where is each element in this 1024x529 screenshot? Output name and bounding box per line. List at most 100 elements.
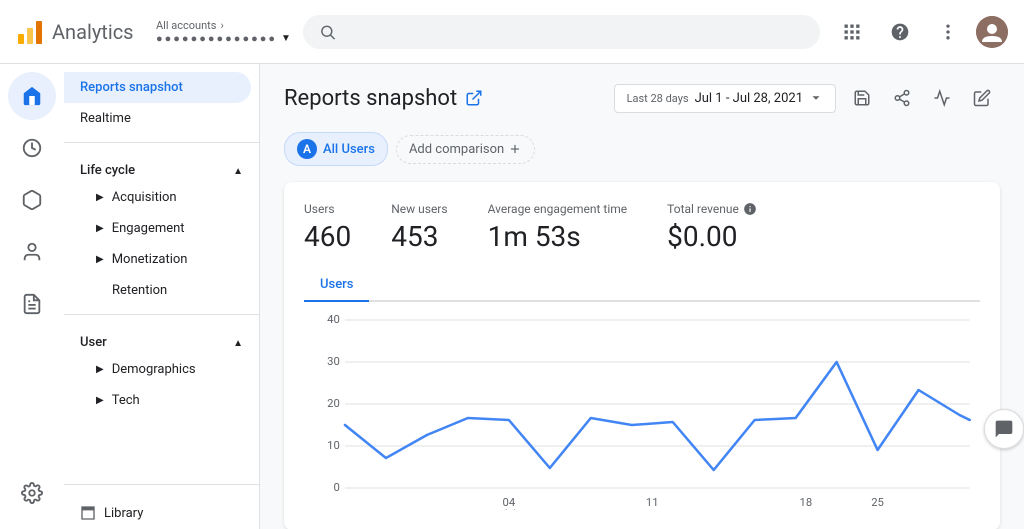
header-right: Last 28 days Jul 1 - Jul 28, 2021 [614,80,1000,116]
new-users-label: New users [391,202,447,216]
users-value: 460 [304,220,351,253]
svg-text:25: 25 [871,496,884,509]
edit-button[interactable] [964,80,1000,116]
sidebar-item-engagement[interactable]: ▶ Engagement [64,213,251,244]
date-range-selector[interactable]: Last 28 days Jul 1 - Jul 28, 2021 [614,84,836,113]
account-name: ●●●●●●●●●●●●●● ▼ [156,32,291,45]
expand-icon: ▶ [96,223,104,234]
sidebar-section-user[interactable]: User [64,323,259,354]
sidebar-item-label: Engagement [112,221,185,236]
segment-letter: A [297,139,317,159]
expand-icon: ▶ [96,192,104,203]
logo-area: Analytics [16,18,136,46]
engagement-label: Average engagement time [488,202,628,216]
chart-card: Users 460 New users 453 Average engageme… [284,182,1000,529]
sidebar-item-reports-snapshot[interactable]: Reports snapshot [64,72,251,103]
content-title: Reports snapshot [284,86,483,111]
engagement-value: 1m 53s [488,220,628,253]
avatar[interactable] [976,16,1008,48]
svg-text:04: 04 [503,496,516,509]
metrics-row: Users 460 New users 453 Average engageme… [304,202,980,253]
date-last-label: Last 28 days [627,92,689,105]
svg-text:11: 11 [646,496,659,509]
metric-new-users: New users 453 [391,202,447,253]
library-label: Library [104,506,143,521]
sidebar-item-tech[interactable]: ▶ Tech [64,385,251,416]
rail-user-icon[interactable] [8,228,56,276]
lifecycle-chevron [233,163,243,178]
sidebar-divider-2 [64,314,259,315]
chart-container: 40 30 20 10 0 04 Jul 11 18 25 [304,310,980,510]
sidebar-item-acquisition[interactable]: ▶ Acquisition [64,182,251,213]
svg-text:18: 18 [800,496,813,509]
metric-engagement: Average engagement time 1m 53s [488,202,628,253]
add-comparison-label: Add comparison [409,142,504,157]
save-report-button[interactable] [844,80,880,116]
user-chevron [233,335,243,350]
line-chart-svg: 40 30 20 10 0 04 Jul 11 18 25 [304,310,980,510]
revenue-label: Total revenue [667,202,757,216]
svg-text:10: 10 [327,439,340,452]
sidebar-item-label: Tech [112,393,140,408]
sidebar-item-label: Realtime [80,111,131,126]
search-bar[interactable] [303,15,820,49]
date-range-value: Jul 1 - Jul 28, 2021 [695,91,803,106]
rail-reports-icon[interactable] [8,280,56,328]
revenue-value: $0.00 [667,220,757,253]
plus-icon [508,142,522,156]
expand-icon: ▶ [96,364,104,375]
sidebar-item-monetization[interactable]: ▶ Monetization [64,244,251,275]
library-icon [80,505,96,521]
sidebar-item-retention[interactable]: Retention [64,275,251,306]
add-comparison-button[interactable]: Add comparison [396,135,535,164]
topbar-right [832,12,1008,52]
header-actions [844,80,1000,116]
rail-settings-icon[interactable] [8,469,56,517]
icon-rail [0,64,64,529]
sidebar-divider-3 [64,484,259,485]
external-link-icon[interactable] [465,89,483,107]
help-icon [890,22,910,42]
sidebar-item-realtime[interactable]: Realtime [64,103,251,134]
svg-text:20: 20 [327,397,340,410]
all-users-segment[interactable]: A All Users [284,132,388,166]
rail-lifecycle-icon[interactable] [8,176,56,224]
apps-button[interactable] [832,12,872,52]
topbar: Analytics All accounts › ●●●●●●●●●●●●●● … [0,0,1024,64]
metric-users: Users 460 [304,202,351,253]
sidebar-library[interactable]: Library [64,493,259,529]
expand-icon: ▶ [96,395,104,406]
search-icon [319,23,336,41]
help-button[interactable] [880,12,920,52]
sidebar-divider-1 [64,142,259,143]
analytics-logo-icon [16,18,44,46]
sidebar-section-lifecycle[interactable]: Life cycle [64,151,259,182]
tab-users[interactable]: Users [304,269,369,302]
svg-text:Jul: Jul [502,509,516,510]
sidebar-item-label: Monetization [112,252,188,267]
account-selector[interactable]: All accounts › ●●●●●●●●●●●●●● ▼ [156,19,291,45]
rail-home-icon[interactable] [8,72,56,120]
lifecycle-label: Life cycle [80,163,135,178]
content-header: Reports snapshot Last 28 days Jul 1 - Ju… [284,80,1000,116]
rail-realtime-icon[interactable] [8,124,56,172]
feedback-button[interactable] [984,409,1024,449]
sidebar: Reports snapshot Realtime Life cycle ▶ A… [64,64,260,529]
expand-icon: ▶ [96,254,104,265]
sidebar-item-label: Retention [96,283,167,298]
svg-text:40: 40 [327,313,340,326]
svg-text:0: 0 [334,481,340,494]
sidebar-item-label: Reports snapshot [80,80,183,95]
sidebar-item-label: Acquisition [112,190,177,205]
search-input[interactable] [344,24,804,40]
users-label: Users [304,202,351,216]
chevron-down-icon [809,91,823,105]
sidebar-item-demographics[interactable]: ▶ Demographics [64,354,251,385]
insights-button[interactable] [924,80,960,116]
chevron-down-icon: ▼ [281,33,291,44]
chart-tabs: Users [304,269,980,302]
comparison-bar: A All Users Add comparison [284,132,1000,166]
sidebar-item-label: Demographics [112,362,196,377]
share-button[interactable] [884,80,920,116]
more-button[interactable] [928,12,968,52]
